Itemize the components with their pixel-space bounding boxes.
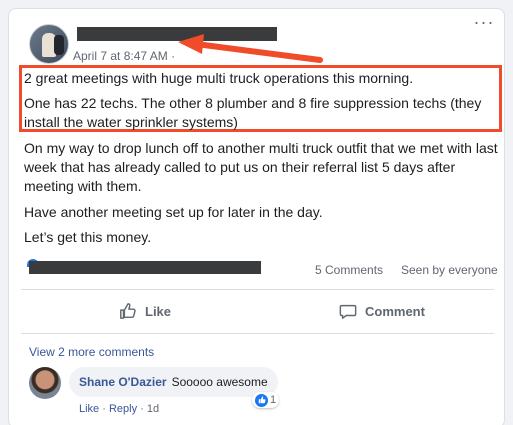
view-more-comments-link[interactable]: View 2 more comments <box>29 345 154 359</box>
commenter-name[interactable]: Shane O'Dazier <box>79 375 167 389</box>
comment-like-link[interactable]: Like <box>79 403 99 415</box>
like-reaction-icon <box>255 393 268 407</box>
comment-time[interactable]: 1d <box>147 403 159 415</box>
commenter-avatar[interactable] <box>29 367 61 399</box>
comment-bubble: Shane O'Dazier Sooooo awesome <box>69 367 278 397</box>
post-paragraph: On my way to drop lunch off to another m… <box>24 140 498 194</box>
author-avatar[interactable] <box>29 24 69 64</box>
post-timestamp[interactable]: April 7 at 8:47 AM · <box>73 49 175 63</box>
reactions-redacted <box>29 261 261 274</box>
more-options-icon[interactable]: ··· <box>472 13 496 33</box>
comments-count[interactable]: 5 Comments <box>315 263 383 277</box>
comment-button[interactable]: Comment <box>339 301 425 321</box>
comment-label: Comment <box>365 303 425 319</box>
post-paragraph: 2 great meetings with huge multi truck o… <box>24 70 414 86</box>
post-paragraph: One has 22 techs. The other 8 plumber an… <box>24 95 482 130</box>
comment-reaction-badge[interactable]: 1 <box>252 392 280 408</box>
post-paragraph: Let’s get this money. <box>24 229 152 245</box>
seen-by: Seen by everyone <box>401 263 498 277</box>
divider <box>21 289 494 290</box>
comment-icon <box>339 304 357 319</box>
like-button[interactable]: Like <box>119 301 171 321</box>
comment-text: Sooooo awesome <box>171 375 268 389</box>
post-card: April 7 at 8:47 AM · ··· 2 great meeting… <box>8 8 505 425</box>
like-label: Like <box>145 303 172 319</box>
post-paragraph: Have another meeting set up for later in… <box>24 204 323 220</box>
avatar-figure-dark <box>54 35 64 55</box>
comment-reaction-count: 1 <box>270 394 277 406</box>
comment-reply-link[interactable]: Reply <box>109 403 137 415</box>
divider <box>21 333 494 334</box>
thumbs-up-icon <box>120 303 136 319</box>
post-timestamp-text: April 7 at 8:47 AM <box>73 49 168 63</box>
comment-meta: Like · Reply · 1d <box>79 403 160 415</box>
